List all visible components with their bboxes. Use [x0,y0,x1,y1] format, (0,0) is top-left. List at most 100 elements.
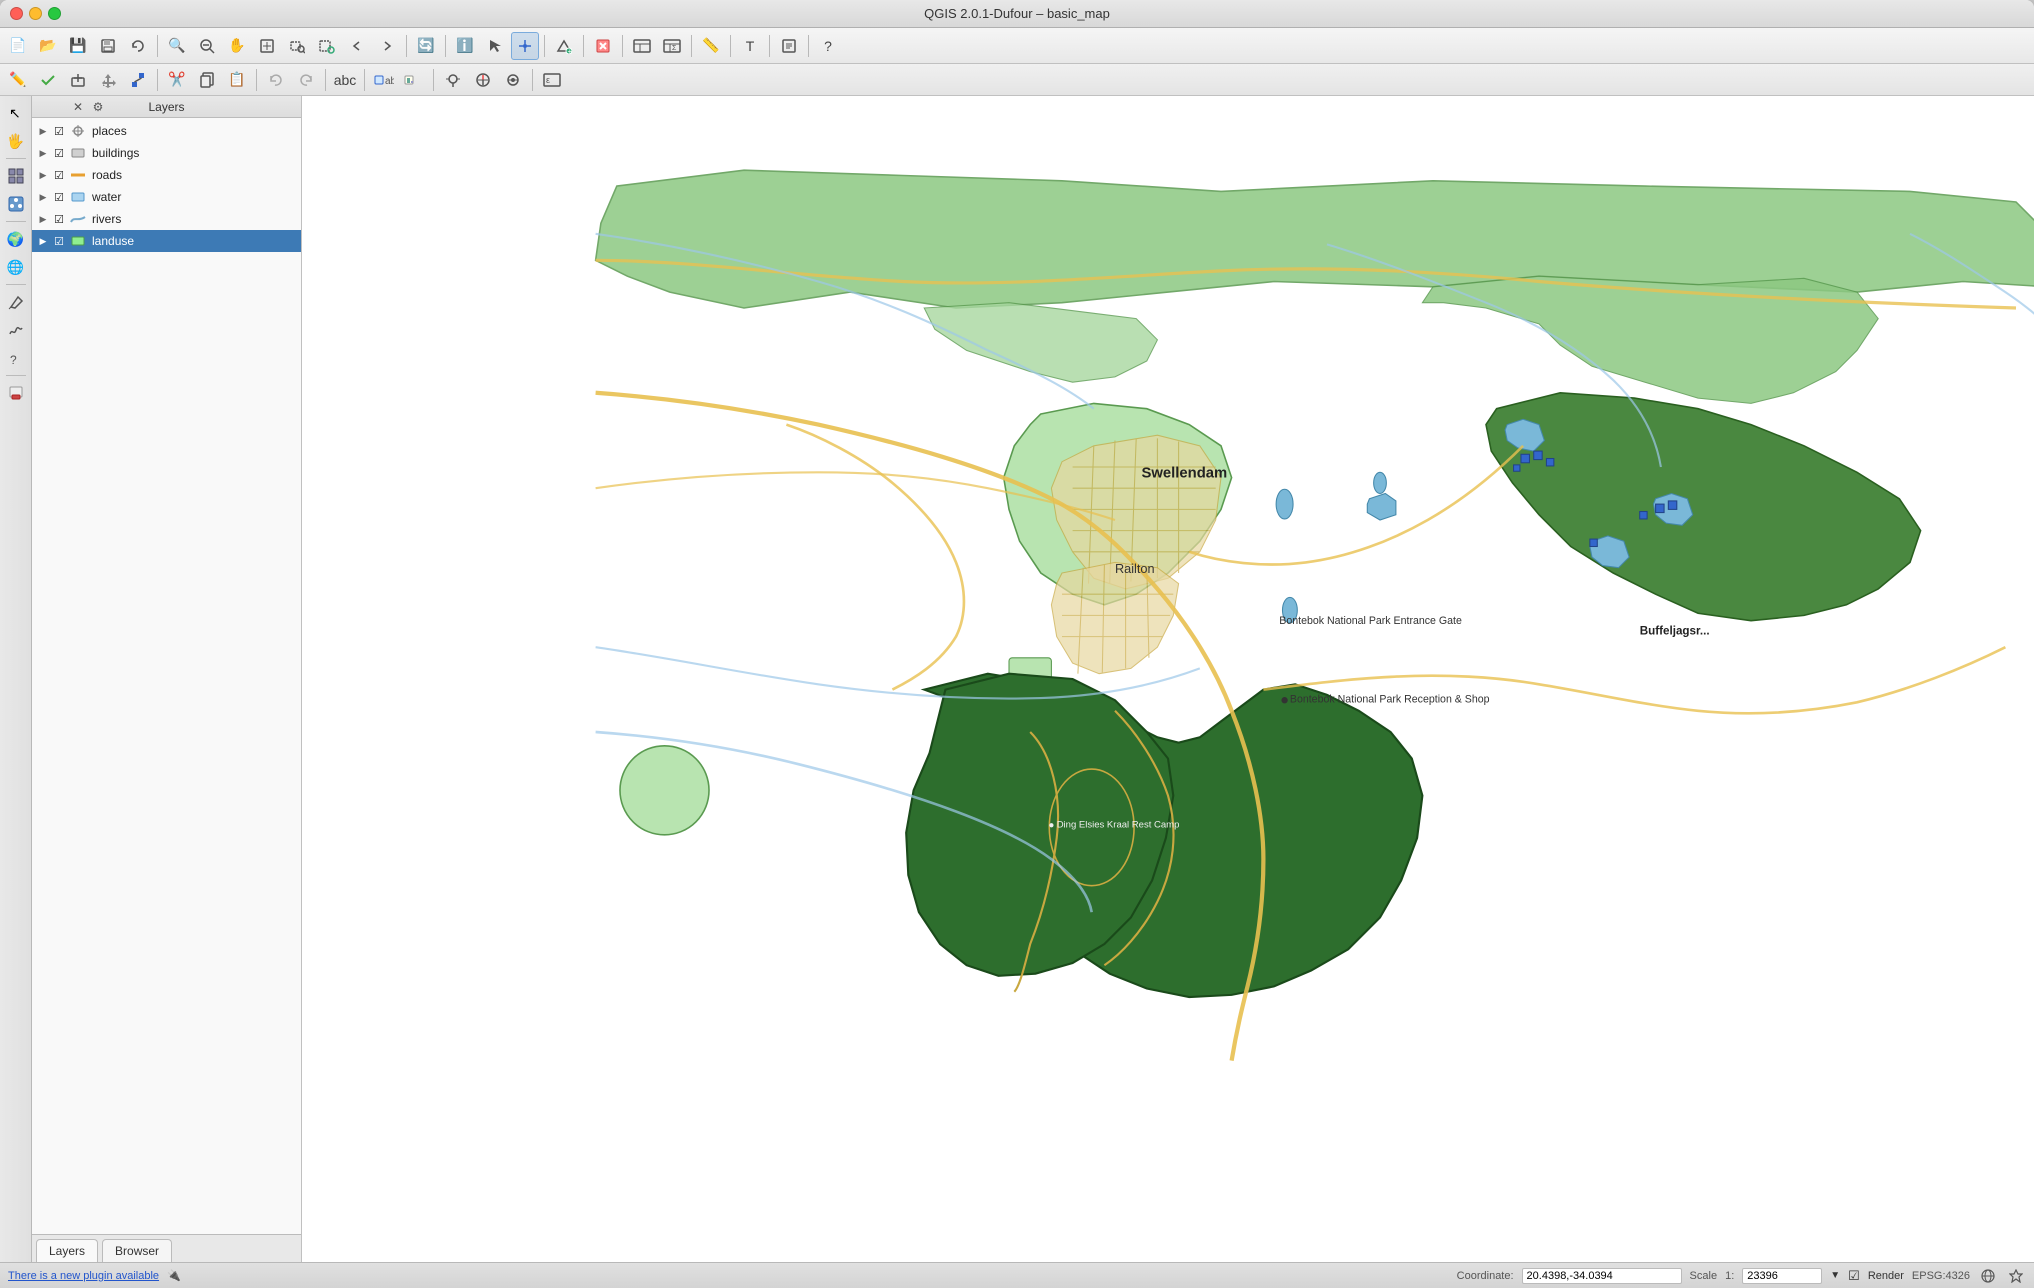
select-button[interactable] [481,32,509,60]
pan-map-button[interactable] [511,32,539,60]
save-project-button[interactable]: 💾 [64,32,92,60]
tab-browser[interactable]: Browser [102,1239,172,1262]
revert-button[interactable] [124,32,152,60]
open-project-button[interactable]: 📂 [34,32,62,60]
measure-button[interactable]: 📏 [697,32,725,60]
label-button[interactable]: T [736,32,764,60]
plugin-icon: 🔌 [167,1269,181,1282]
layer-symbol-buildings [68,146,88,160]
maximize-button[interactable] [48,7,61,20]
layers-tabs: Layers Browser [32,1234,301,1262]
globe2-tool[interactable]: 🌐 [3,254,29,280]
layer-check-landuse[interactable]: ☑ [52,234,66,248]
layer-item-water[interactable]: ▶ ☑ water [32,186,301,208]
layer-item-places[interactable]: ▶ ☑ places [32,120,301,142]
copy-features-button[interactable] [193,66,221,94]
add-feature-button[interactable] [64,66,92,94]
epsg-label: EPSG:4326 [1912,1270,1970,1282]
zoom-out-button[interactable] [193,32,221,60]
layers-header-icons: ✕ ⚙ [70,99,106,115]
layer-expand-roads[interactable]: ▶ [36,168,50,182]
layer-expand-places[interactable]: ▶ [36,124,50,138]
deselect-button[interactable] [589,32,617,60]
layers-list: ▶ ☑ places ▶ ☑ buildings [32,118,301,1234]
layer-check-buildings[interactable]: ☑ [52,146,66,160]
layer-check-rivers[interactable]: ☑ [52,212,66,226]
stats-button[interactable]: Σ [658,32,686,60]
symbol-button[interactable]: abc [370,66,398,94]
svg-text:+: + [568,47,573,54]
layer-expand-buildings[interactable]: ▶ [36,146,50,160]
new-project-button[interactable]: 📄 [4,32,32,60]
main-window: QGIS 2.0.1-Dufour – basic_map 📄 📂 💾 🔍 ✋ [0,0,2034,1288]
layer-item-landuse[interactable]: ▶ ☑ landuse [32,230,301,252]
redo-button[interactable] [292,66,320,94]
coordinate-input[interactable] [1522,1268,1682,1284]
bearing-button[interactable] [469,66,497,94]
pinpoint-button[interactable] [439,66,467,94]
zoom-extent-button[interactable] [253,32,281,60]
layer-settings-icon[interactable]: ⚙ [90,99,106,115]
layers-panel-title: Layers [148,100,184,114]
zoom-next-button[interactable] [373,32,401,60]
plugin-notice-link[interactable]: There is a new plugin available [8,1270,159,1282]
pointer-tool[interactable]: ↖ [3,100,29,126]
map-area[interactable]: Swellendam Railton Bontebok National Par… [302,96,2034,1262]
red-square-tool[interactable] [3,380,29,406]
zoom-last-button[interactable] [343,32,371,60]
layer-item-buildings[interactable]: ▶ ☑ buildings [32,142,301,164]
layer-check-places[interactable]: ☑ [52,124,66,138]
scale-input[interactable] [1742,1268,1822,1284]
pan-button[interactable]: ✋ [223,32,251,60]
undo-button[interactable] [262,66,290,94]
crs-button[interactable] [1978,1266,1998,1286]
render-checkbox[interactable]: ☑ [1848,1268,1860,1284]
zoom-layer-button[interactable] [313,32,341,60]
edit-mode-button[interactable]: ✏️ [4,66,32,94]
zoom-selection-button[interactable] [283,32,311,60]
squiggle-tool[interactable] [3,317,29,343]
statusbar: There is a new plugin available 🔌 Coordi… [0,1262,2034,1288]
grid-tool[interactable] [3,163,29,189]
add-vector-button[interactable]: + [550,32,578,60]
close-button[interactable] [10,7,23,20]
layer-item-roads[interactable]: ▶ ☑ roads [32,164,301,186]
save-as-button[interactable] [94,32,122,60]
paste-features-button[interactable]: 📋 [223,66,251,94]
abc-label-button[interactable]: abc [331,66,359,94]
layer-name-places: places [92,124,297,138]
layer-check-roads[interactable]: ☑ [52,168,66,182]
layer-expand-water[interactable]: ▶ [36,190,50,204]
pen-tool[interactable] [3,289,29,315]
refresh-button[interactable]: 🔄 [412,32,440,60]
open-table-button[interactable] [628,32,656,60]
scale-dropdown-icon[interactable]: ▼ [1830,1270,1840,1281]
main-toolbar: 📄 📂 💾 🔍 ✋ 🔄 ℹ️ [0,28,2034,64]
globe-tool[interactable]: 🌍 [3,226,29,252]
layer-expand-landuse[interactable]: ▶ [36,234,50,248]
layer-expand-rivers[interactable]: ▶ [36,212,50,226]
svg-text:Railton: Railton [1115,561,1155,576]
composer-button[interactable] [775,32,803,60]
move-feature-button[interactable] [94,66,122,94]
node-tool-button[interactable] [124,66,152,94]
layer-diagram-button[interactable] [400,66,428,94]
field-calc-button[interactable]: ε [538,66,566,94]
svg-text:Buffeljagsr...: Buffeljagsr... [1640,624,1710,637]
tab-layers[interactable]: Layers [36,1239,98,1262]
zoom-in-button[interactable]: 🔍 [163,32,191,60]
layer-close-icon[interactable]: ✕ [70,99,86,115]
layer-check-water[interactable]: ☑ [52,190,66,204]
snap-button[interactable] [499,66,527,94]
hand-tool[interactable]: 🖐 [3,128,29,154]
svg-text:Σ: Σ [672,45,677,52]
save-edits-button[interactable] [34,66,62,94]
cut-features-button[interactable]: ✂️ [163,66,191,94]
digitize-tool[interactable] [3,191,29,217]
annotation-tool[interactable]: ? [3,345,29,371]
minimize-button[interactable] [29,7,42,20]
identify-button[interactable]: ℹ️ [451,32,479,60]
layer-item-rivers[interactable]: ▶ ☑ rivers [32,208,301,230]
settings-status-button[interactable] [2006,1266,2026,1286]
help-button[interactable]: ? [814,32,842,60]
